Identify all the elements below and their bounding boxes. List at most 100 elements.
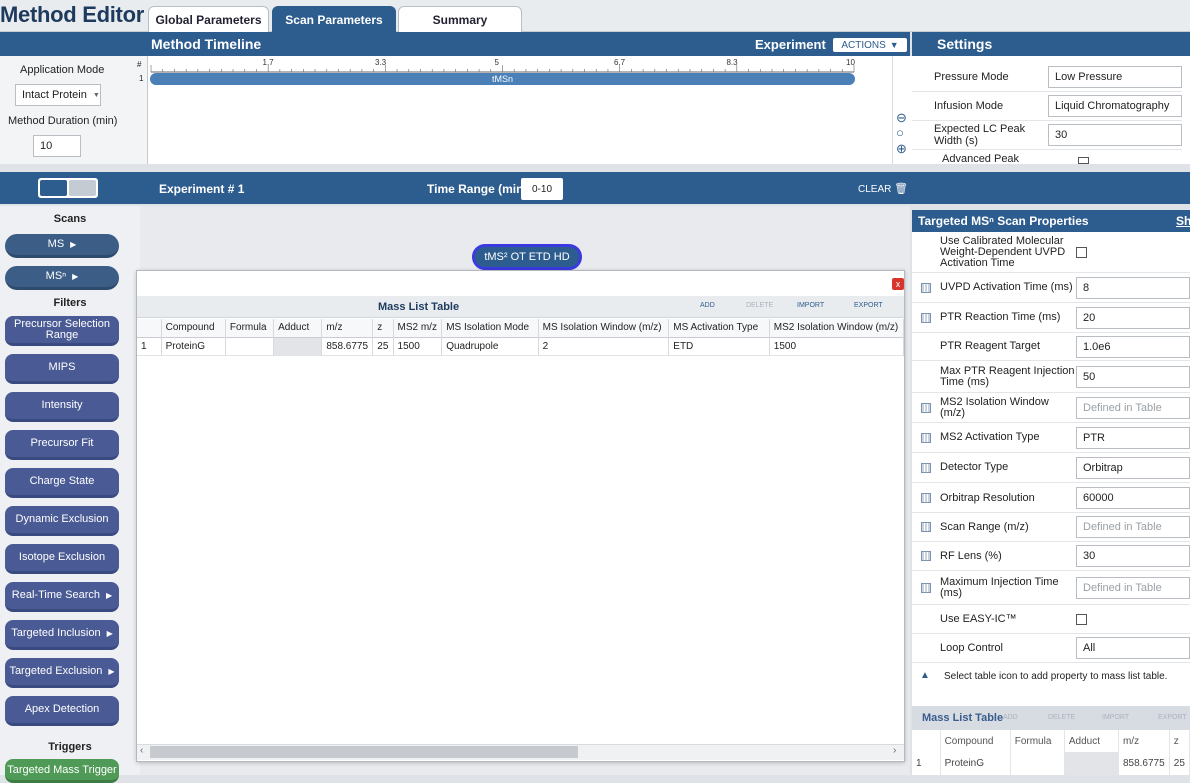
table-cell[interactable]: 1500 <box>393 337 443 355</box>
column-header[interactable]: z <box>372 319 394 337</box>
property-input[interactable]: Orbitrap <box>1076 456 1190 479</box>
time-range-input[interactable]: 0-10 <box>521 178 563 200</box>
scrollbar-thumb[interactable] <box>150 746 578 758</box>
column-header[interactable] <box>137 319 162 337</box>
table-cell[interactable]: 1 <box>137 337 162 355</box>
column-header[interactable]: MS Activation Type <box>668 319 770 337</box>
pressure-mode-select[interactable]: Low Pressure <box>1048 66 1182 88</box>
filter-button[interactable]: MIPS <box>5 354 119 384</box>
mini-column-header[interactable]: Formula <box>1010 730 1065 752</box>
filter-button[interactable]: Targeted Exclusion ▶ <box>5 658 119 688</box>
mini-column-header[interactable]: z <box>1169 730 1190 752</box>
mini-delete-button[interactable]: DELETE <box>1048 714 1075 721</box>
table-icon[interactable] <box>921 312 931 323</box>
filter-button[interactable]: Intensity <box>5 392 119 422</box>
property-input[interactable]: Defined in Table <box>1076 576 1190 599</box>
table-icon[interactable] <box>921 522 931 532</box>
zoom-reset-icon[interactable]: ○ <box>896 125 904 140</box>
tab-global-parameters[interactable]: Global Parameters <box>148 6 269 32</box>
actions-dropdown[interactable]: ACTIONS ▼ <box>833 38 907 52</box>
add-button[interactable]: ADD <box>700 302 715 309</box>
filter-button[interactable]: Apex Detection <box>5 696 119 726</box>
mini-add-button[interactable]: ADD <box>1003 714 1018 721</box>
mini-table-row[interactable]: 1 ProteinG 858.6775 25 <box>912 752 1190 775</box>
filter-button[interactable]: Dynamic Exclusion <box>5 506 119 536</box>
table-cell[interactable]: 1500 <box>769 337 905 355</box>
table-cell[interactable]: ProteinG <box>161 337 226 355</box>
table-cell[interactable]: 858.6775 <box>321 337 374 355</box>
table-view-icon[interactable] <box>69 180 96 196</box>
flowchart-view-icon[interactable] <box>40 180 67 196</box>
mini-import-button[interactable]: IMPORT <box>1102 714 1129 721</box>
application-mode-select[interactable]: Intact Protein ▼ <box>15 84 101 106</box>
export-button[interactable]: EXPORT <box>854 302 883 309</box>
mini-export-button[interactable]: EXPORT <box>1158 714 1187 721</box>
table-icon[interactable] <box>921 493 931 503</box>
filter-button[interactable]: Real-Time Search ▶ <box>5 582 119 612</box>
trigger-button[interactable]: Targeted Mass Trigger <box>5 759 119 783</box>
column-header[interactable]: MS Isolation Mode <box>441 319 539 337</box>
scroll-left-icon[interactable]: ‹ <box>140 745 143 756</box>
mini-table-cell[interactable]: 25 <box>1169 752 1190 775</box>
table-icon[interactable] <box>921 582 931 593</box>
property-input[interactable]: 8 <box>1076 276 1190 299</box>
view-toggle[interactable] <box>38 178 98 198</box>
tab-scan-parameters[interactable]: Scan Parameters <box>272 6 396 32</box>
property-checkbox[interactable] <box>1076 247 1087 258</box>
property-checkbox[interactable] <box>1076 613 1087 625</box>
table-cell[interactable]: Quadrupole <box>441 337 539 355</box>
mini-table-cell[interactable] <box>1064 752 1119 775</box>
property-input[interactable]: 60000 <box>1076 487 1190 509</box>
zoom-in-icon[interactable]: ⊕ <box>896 141 907 157</box>
table-cell[interactable] <box>273 337 323 355</box>
filter-button[interactable]: Precursor Fit <box>5 430 119 460</box>
timeline-scan-bar[interactable]: tMSn <box>150 73 855 85</box>
property-input[interactable]: 1.0e6 <box>1076 335 1190 358</box>
column-header[interactable]: MS2 m/z <box>393 319 443 337</box>
property-input[interactable]: Defined in Table <box>1076 396 1190 419</box>
close-button[interactable]: x <box>892 278 904 290</box>
column-header[interactable]: Compound <box>161 319 226 337</box>
mini-column-header[interactable] <box>912 730 941 752</box>
infusion-mode-select[interactable]: Liquid Chromatography <box>1048 95 1182 117</box>
table-icon[interactable] <box>921 462 931 473</box>
mini-column-header[interactable]: Adduct <box>1064 730 1119 752</box>
property-input[interactable]: 50 <box>1076 365 1190 388</box>
show-link[interactable]: Sh <box>1176 214 1190 228</box>
import-button[interactable]: IMPORT <box>797 302 824 309</box>
column-header[interactable]: MS2 Isolation Window (m/z) <box>769 319 905 337</box>
mini-table-cell[interactable] <box>1010 752 1065 775</box>
mini-column-header[interactable]: m/z <box>1118 730 1170 752</box>
filter-button[interactable]: Precursor Selection Range <box>5 316 119 346</box>
column-header[interactable]: Adduct <box>273 319 323 337</box>
method-duration-input[interactable]: 10 <box>33 135 81 157</box>
table-icon[interactable] <box>921 551 931 561</box>
mini-column-header[interactable]: Compound <box>940 730 1011 752</box>
property-input[interactable]: All <box>1076 637 1190 659</box>
property-input[interactable]: 30 <box>1076 545 1190 567</box>
advanced-peak-checkbox[interactable] <box>1078 157 1089 164</box>
scroll-right-icon[interactable]: › <box>893 745 896 756</box>
mini-table-cell[interactable]: ProteinG <box>940 752 1011 775</box>
mini-table-cell[interactable]: 1 <box>912 752 941 775</box>
filter-button[interactable]: Isotope Exclusion <box>5 544 119 574</box>
property-input[interactable]: PTR <box>1076 426 1190 449</box>
zoom-out-icon[interactable]: ⊖ <box>896 110 907 126</box>
scan-node[interactable]: tMS² OT ETD HD <box>472 244 582 270</box>
column-header[interactable]: Formula <box>225 319 275 337</box>
table-icon[interactable] <box>921 282 931 293</box>
filter-button[interactable]: Targeted Inclusion ▶ <box>5 620 119 650</box>
table-icon[interactable] <box>921 402 931 413</box>
column-header[interactable]: m/z <box>321 319 374 337</box>
tab-summary[interactable]: Summary <box>398 6 522 32</box>
clear-button[interactable]: CLEAR 🗑 <box>858 182 908 195</box>
table-cell[interactable]: 2 <box>538 337 670 355</box>
peak-width-input[interactable]: 30 <box>1048 124 1182 146</box>
table-cell[interactable]: 25 <box>372 337 394 355</box>
filter-button[interactable]: Charge State <box>5 468 119 498</box>
delete-button[interactable]: DELETE <box>746 302 773 309</box>
column-header[interactable]: MS Isolation Window (m/z) <box>538 319 670 337</box>
scan-button[interactable]: MSⁿ ▶ <box>5 266 119 290</box>
table-cell[interactable] <box>225 337 275 355</box>
table-icon[interactable] <box>921 432 931 443</box>
